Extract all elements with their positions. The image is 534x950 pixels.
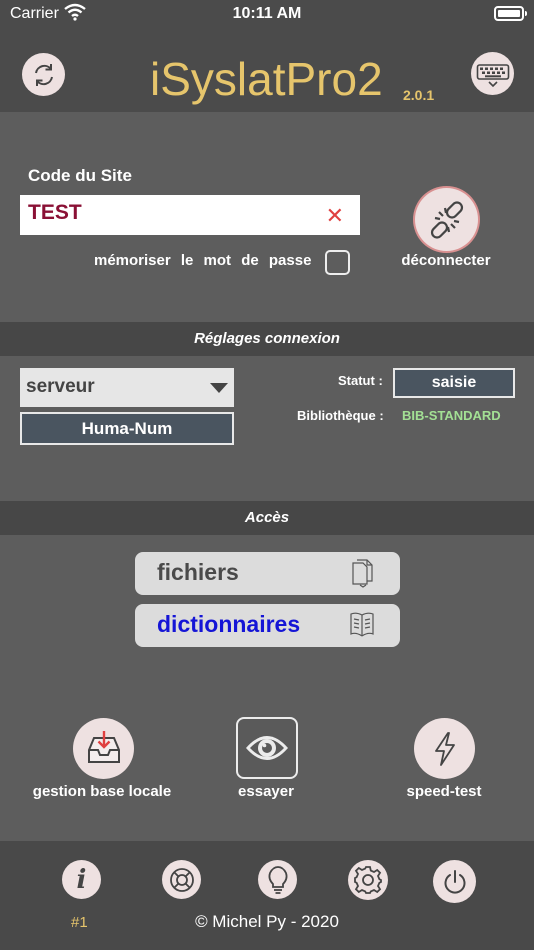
refresh-icon [34,63,53,86]
copyright-label: © Michel Py - 2020 [195,912,339,931]
speedtest-label: speed-test [406,783,482,800]
dictionaries-button[interactable]: dictionnaires [135,604,400,647]
remember-password-checkbox[interactable] [325,250,350,275]
lightbulb-icon [268,865,287,894]
broken-link-icon [430,200,463,239]
gear-icon [354,866,382,894]
library-label: Bibliothèque : [297,408,384,423]
info-button[interactable]: i [62,860,101,899]
code-site-input[interactable]: TEST ✕ [20,195,360,235]
keyboard-icon [476,63,509,87]
server-select-label: serveur [26,376,95,397]
code-site-value: TEST [28,201,82,224]
dictionaries-button-label: dictionnaires [157,611,301,637]
battery-icon [494,6,527,21]
status-value-field: saisie [393,368,515,398]
settings-button[interactable] [348,860,388,900]
keyboard-button[interactable] [471,52,514,95]
tips-button[interactable] [258,860,297,899]
refresh-button[interactable] [22,53,65,96]
local-db-label: gestion base locale [32,783,172,800]
version-label: 2.0.1 [403,87,435,103]
local-db-button[interactable] [73,718,134,779]
power-icon [444,869,465,894]
disconnect-label: déconnecter [401,252,491,269]
code-site-label: Code du Site [28,166,132,185]
access-section-header: Accès [0,501,534,535]
lightning-icon [434,731,455,766]
inbox-download-icon [87,730,120,763]
dropdown-arrow-icon [210,383,228,393]
app-title: iSyslatPro2 [150,53,383,105]
quit-button[interactable] [433,860,476,903]
book-icon [350,612,374,637]
lifebuoy-icon [169,867,194,892]
clear-icon[interactable]: ✕ [326,203,344,229]
speedtest-button[interactable] [414,718,475,779]
files-button[interactable]: fichiers [135,552,400,595]
clock: 10:11 AM [232,5,302,22]
remember-password-label: mémoriser le mot de passe [94,252,312,269]
settings-section-header: Réglages connexion [0,322,534,356]
try-button[interactable] [236,717,298,779]
disconnect-button[interactable] [415,188,478,251]
help-button[interactable] [162,860,201,899]
status-bar: Carrier 10:11 AM [0,0,534,30]
server-value-field[interactable]: Huma-Num [20,412,234,445]
status-label: Statut : [338,373,383,388]
library-value: BIB-STANDARD [402,408,501,423]
server-select[interactable]: serveur [20,368,234,407]
eye-icon [246,736,288,760]
try-label: essayer [238,783,294,800]
files-button-label: fichiers [157,559,239,585]
document-icon [352,559,373,588]
info-icon: i [76,864,87,895]
